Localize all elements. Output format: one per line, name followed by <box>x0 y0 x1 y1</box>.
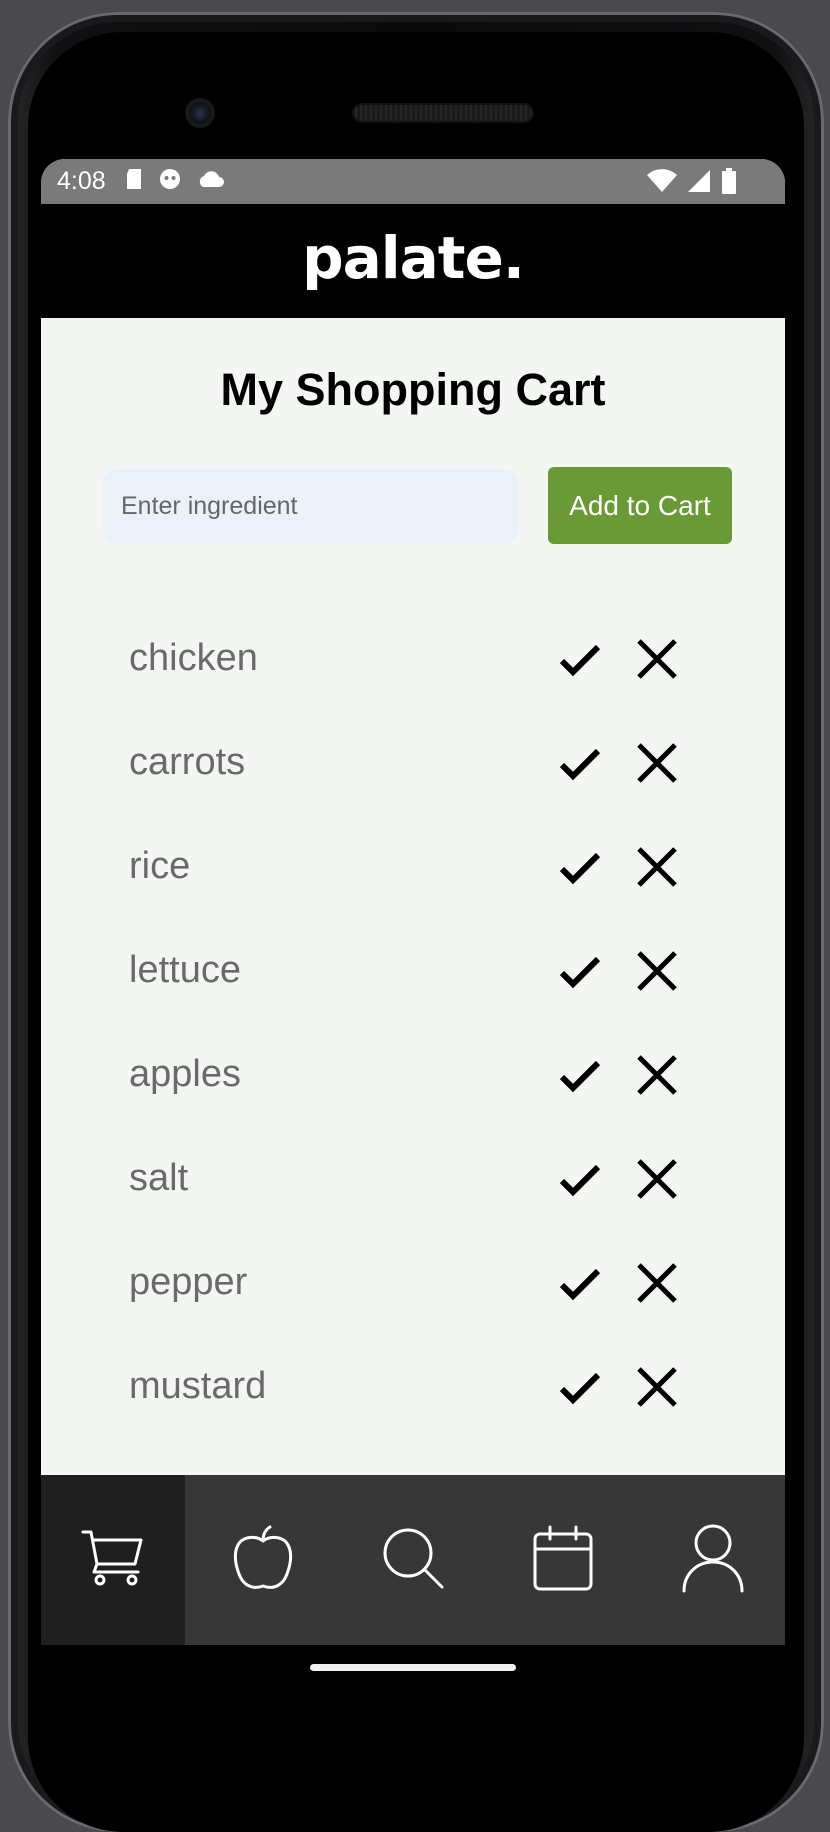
check-icon[interactable] <box>559 1159 601 1201</box>
profile-icon <box>681 1523 745 1598</box>
item-name: pepper <box>129 1261 248 1303</box>
nav-item-profile[interactable] <box>641 1475 785 1645</box>
sd-card-icon <box>124 168 144 195</box>
list-item: chicken <box>41 609 785 713</box>
item-name: lettuce <box>129 949 241 991</box>
close-icon[interactable] <box>635 1053 679 1097</box>
close-icon[interactable] <box>635 741 679 785</box>
check-icon[interactable] <box>559 1367 601 1409</box>
app-screen: 4:08 palate. My Shopping Cart Add to Car… <box>41 159 785 1645</box>
cloud-icon <box>196 169 224 194</box>
nav-item-search[interactable] <box>341 1475 485 1645</box>
list-item: salt <box>41 1129 785 1233</box>
close-icon[interactable] <box>635 1261 679 1305</box>
item-name: apples <box>129 1053 241 1095</box>
list-item: rice <box>41 817 785 921</box>
close-icon[interactable] <box>635 1157 679 1201</box>
battery-icon <box>721 168 737 199</box>
app-header: palate. <box>41 204 785 318</box>
list-item: pepper <box>41 1233 785 1337</box>
item-name: chicken <box>129 637 258 679</box>
bottom-nav <box>41 1475 785 1645</box>
check-icon[interactable] <box>559 1263 601 1305</box>
list-item: lettuce <box>41 921 785 1025</box>
signal-icon <box>687 169 711 198</box>
close-icon[interactable] <box>635 637 679 681</box>
nav-item-produce[interactable] <box>191 1475 335 1645</box>
close-icon[interactable] <box>635 949 679 993</box>
item-name: rice <box>129 845 191 887</box>
app-logo: palate. <box>302 224 525 292</box>
calendar-icon <box>532 1525 594 1596</box>
list-item: mustard <box>41 1337 785 1441</box>
status-bar: 4:08 <box>41 159 785 204</box>
cart-icon <box>80 1528 146 1593</box>
item-name: carrots <box>129 741 246 783</box>
page-title: My Shopping Cart <box>220 364 606 415</box>
item-name: salt <box>129 1157 189 1199</box>
add-to-cart-button[interactable]: Add to Cart <box>548 467 732 544</box>
check-icon[interactable] <box>559 951 601 993</box>
robot-icon <box>158 167 182 196</box>
earpiece-speaker <box>352 103 534 123</box>
search-icon <box>381 1526 445 1595</box>
nav-item-calendar[interactable] <box>491 1475 635 1645</box>
check-icon[interactable] <box>559 743 601 785</box>
check-icon[interactable] <box>559 847 601 889</box>
status-time: 4:08 <box>57 167 106 195</box>
list-item: apples <box>41 1025 785 1129</box>
item-name: mustard <box>129 1365 267 1407</box>
front-camera <box>185 98 215 128</box>
close-icon[interactable] <box>635 1365 679 1409</box>
close-icon[interactable] <box>635 845 679 889</box>
home-indicator[interactable] <box>310 1664 516 1671</box>
nav-item-cart[interactable] <box>41 1475 185 1645</box>
wifi-icon <box>647 169 677 198</box>
list-item: carrots <box>41 713 785 817</box>
check-icon[interactable] <box>559 1055 601 1097</box>
ingredient-input[interactable] <box>103 469 518 544</box>
check-icon[interactable] <box>559 639 601 681</box>
apple-icon <box>232 1525 294 1596</box>
